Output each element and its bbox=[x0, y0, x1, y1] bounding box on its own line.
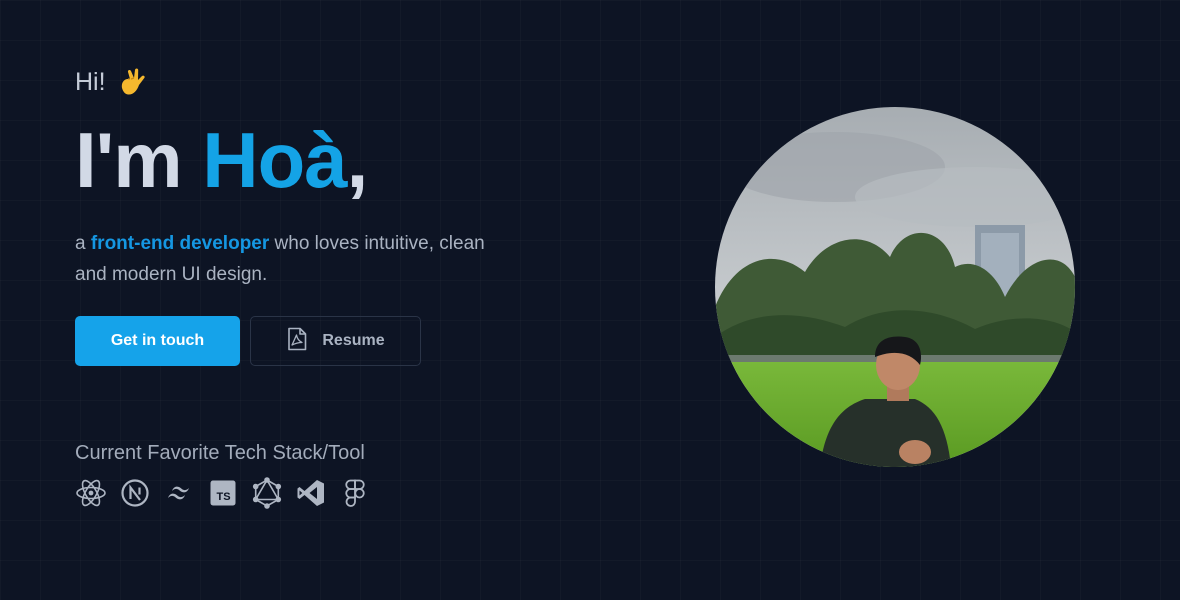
graphql-icon bbox=[251, 477, 283, 509]
vscode-icon bbox=[295, 477, 327, 509]
tech-stack-title: Current Favorite Tech Stack/Tool bbox=[75, 442, 365, 464]
greeting: Hi! bbox=[75, 62, 635, 102]
headline-prefix: I'm bbox=[75, 116, 183, 204]
headline-suffix: , bbox=[346, 116, 369, 204]
resume-button[interactable]: Resume bbox=[250, 316, 421, 366]
role-highlight: front-end developer bbox=[90, 233, 270, 254]
svg-text:TS: TS bbox=[216, 491, 230, 503]
get-in-touch-button[interactable]: Get in touch bbox=[75, 316, 240, 366]
hero-name: Hoà bbox=[202, 116, 347, 204]
pdf-file-icon bbox=[286, 327, 308, 356]
headline: I'm Hoà, bbox=[75, 114, 635, 206]
resume-label: Resume bbox=[322, 332, 385, 349]
tech-stack-icons: TS bbox=[75, 477, 635, 509]
hero-actions: Get in touch Resume bbox=[75, 316, 635, 366]
greeting-text: Hi! bbox=[75, 67, 106, 96]
typescript-icon: TS bbox=[207, 477, 239, 509]
figma-icon bbox=[339, 477, 371, 509]
tailwind-icon bbox=[163, 477, 195, 509]
nextjs-icon bbox=[119, 477, 151, 509]
tagline-prefix: a bbox=[75, 233, 86, 254]
call-me-hand-icon bbox=[116, 66, 148, 98]
tagline: a front-end developer who loves intuitiv… bbox=[75, 228, 515, 290]
react-icon bbox=[75, 477, 107, 509]
profile-photo bbox=[715, 107, 1075, 467]
hero-section: Hi! I'm Hoà, a front-end developer who l… bbox=[75, 62, 635, 509]
